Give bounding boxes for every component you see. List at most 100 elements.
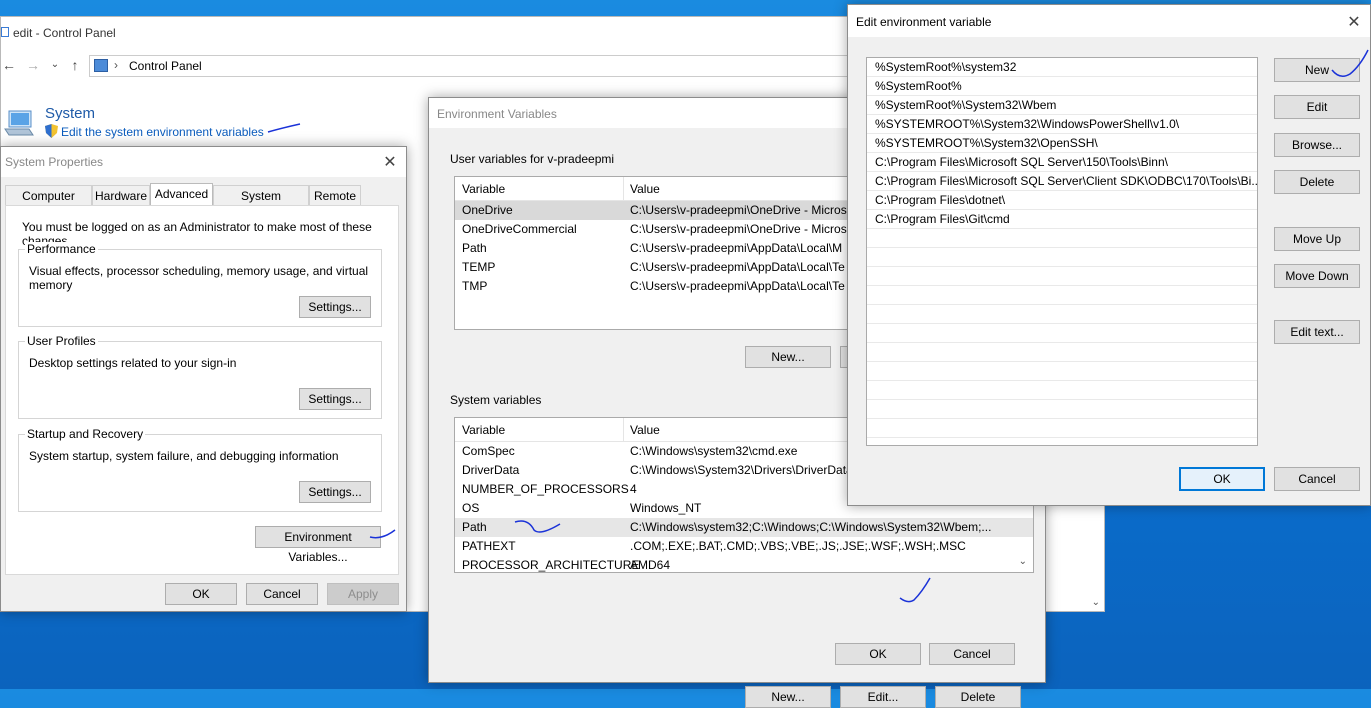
list-item[interactable]: C:\Program Files\Microsoft SQL Server\15…	[867, 153, 1257, 172]
system-variables-label: System variables	[450, 393, 542, 407]
variable-value: C:\Windows\system32\cmd.exe	[630, 444, 798, 458]
user-col-value[interactable]: Value	[630, 182, 660, 196]
list-item[interactable]: C:\Program Files\Microsoft SQL Server\Cl…	[867, 172, 1257, 191]
empty-list-item[interactable]	[867, 267, 1257, 286]
up-arrow-icon[interactable]: ↑	[67, 57, 83, 73]
edit-system-env-link[interactable]: Edit the system environment variables	[61, 125, 264, 139]
variable-name: NUMBER_OF_PROCESSORS	[462, 482, 629, 496]
edit-entry-button[interactable]: Edit	[1274, 95, 1360, 119]
edit-env-variable-title: Edit environment variable	[856, 15, 992, 29]
close-icon[interactable]: ✕	[1344, 12, 1364, 32]
move-up-button[interactable]: Move Up	[1274, 227, 1360, 251]
performance-settings-button[interactable]: Settings...	[299, 296, 371, 318]
empty-list-item[interactable]	[867, 419, 1257, 438]
edit-env-cancel-button[interactable]: Cancel	[1274, 467, 1360, 491]
tab-computer-name[interactable]: Computer Name	[5, 185, 92, 223]
user-variables-label: User variables for v-pradeepmi	[450, 152, 615, 166]
edit-env-ok-button[interactable]: OK	[1179, 467, 1265, 491]
tab-remote[interactable]: Remote	[309, 185, 361, 206]
edit-env-variable-titlebar: Edit environment variable ✕	[848, 5, 1370, 37]
empty-list-item[interactable]	[867, 381, 1257, 400]
variable-name: OS	[462, 501, 480, 515]
tab-advanced[interactable]: Advanced	[150, 183, 213, 207]
table-row[interactable]: PROCESSOR_ARCHITECTURE AMD64	[455, 556, 1033, 572]
system-properties-title: System Properties	[5, 155, 104, 169]
list-item[interactable]: %SystemRoot%\system32	[867, 58, 1257, 77]
variable-value: Windows_NT	[630, 501, 702, 515]
advanced-tab-page: You must be logged on as an Administrato…	[5, 205, 399, 575]
empty-list-item[interactable]	[867, 400, 1257, 419]
control-panel-title: edit - Control Panel	[13, 26, 116, 40]
system-properties-cancel-button[interactable]: Cancel	[246, 583, 318, 605]
table-row[interactable]: PATHEXT .COM;.EXE;.BAT;.CMD;.VBS;.VBE;.J…	[455, 537, 1033, 556]
environment-variables-button[interactable]: Environment Variables...	[255, 526, 381, 564]
system-delete-button[interactable]: Delete	[935, 686, 1021, 708]
startup-recovery-description: System startup, system failure, and debu…	[29, 449, 339, 463]
variable-name: Path	[462, 520, 487, 534]
variable-name: TEMP	[462, 260, 496, 274]
variable-value: .COM;.EXE;.BAT;.CMD;.VBS;.VBE;.JS;.JSE;.…	[630, 539, 966, 553]
control-panel-icon	[1, 27, 9, 37]
system-col-variable[interactable]: Variable	[462, 423, 505, 437]
delete-entry-button[interactable]: Delete	[1274, 170, 1360, 194]
tab-hardware[interactable]: Hardware	[92, 185, 150, 206]
variable-name: OneDrive	[462, 203, 513, 217]
environment-variables-title: Environment Variables	[437, 107, 557, 121]
list-item[interactable]: %SYSTEMROOT%\System32\OpenSSH\	[867, 134, 1257, 153]
computer-icon	[4, 110, 34, 136]
list-item[interactable]: C:\Program Files\Git\cmd	[867, 210, 1257, 229]
list-item[interactable]: %SYSTEMROOT%\System32\WindowsPowerShell\…	[867, 115, 1257, 134]
user-profiles-group: User Profiles Desktop settings related t…	[18, 334, 382, 419]
scroll-down-icon[interactable]: ⌄	[1019, 556, 1027, 567]
table-row[interactable]: Path C:\Windows\system32;C:\Windows;C:\W…	[455, 518, 1033, 537]
control-panel-small-icon	[94, 59, 108, 72]
performance-label: Performance	[25, 242, 98, 256]
empty-list-item[interactable]	[867, 286, 1257, 305]
list-item[interactable]: %SystemRoot%	[867, 77, 1257, 96]
startup-recovery-group: Startup and Recovery System startup, sys…	[18, 427, 382, 512]
variable-value: C:\Users\v-pradeepmi\OneDrive - Micros	[630, 203, 847, 217]
edit-env-variable-dialog: Edit environment variable ✕ %SystemRoot%…	[847, 4, 1371, 506]
variable-name: ComSpec	[462, 444, 515, 458]
new-entry-button[interactable]: New	[1274, 58, 1360, 82]
variable-value: C:\Users\v-pradeepmi\AppData\Local\M	[630, 241, 843, 255]
empty-list-item[interactable]	[867, 248, 1257, 267]
tab-system-protection[interactable]: System Protection	[213, 185, 309, 223]
empty-list-item[interactable]	[867, 362, 1257, 381]
forward-arrow-icon[interactable]: →	[25, 57, 41, 73]
empty-list-item[interactable]	[867, 229, 1257, 248]
user-col-variable[interactable]: Variable	[462, 182, 505, 196]
system-edit-button[interactable]: Edit...	[840, 686, 926, 708]
empty-list-item[interactable]	[867, 324, 1257, 343]
address-text: Control Panel	[129, 59, 202, 73]
scroll-down-icon[interactable]: ⌄	[1092, 597, 1100, 608]
user-profiles-settings-button[interactable]: Settings...	[299, 388, 371, 410]
empty-list-item[interactable]	[867, 343, 1257, 362]
back-arrow-icon[interactable]: ←	[1, 57, 17, 73]
system-heading: System	[45, 105, 96, 122]
uac-shield-icon	[45, 124, 58, 138]
move-down-button[interactable]: Move Down	[1274, 264, 1360, 288]
edit-text-button[interactable]: Edit text...	[1274, 320, 1360, 344]
startup-recovery-label: Startup and Recovery	[25, 427, 146, 441]
variable-value: C:\Windows\System32\Drivers\DriverData	[630, 463, 853, 477]
close-icon[interactable]: ✕	[380, 152, 400, 172]
list-item[interactable]: C:\Program Files\dotnet\	[867, 191, 1257, 210]
list-item[interactable]: %SystemRoot%\System32\Wbem	[867, 96, 1257, 115]
empty-list-item[interactable]	[867, 305, 1257, 324]
system-new-button[interactable]: New...	[745, 686, 831, 708]
startup-recovery-settings-button[interactable]: Settings...	[299, 481, 371, 503]
breadcrumb-separator-icon: ›	[114, 58, 118, 72]
system-properties-apply-button[interactable]: Apply	[327, 583, 399, 605]
path-entries-list[interactable]: %SystemRoot%\system32 %SystemRoot% %Syst…	[866, 57, 1258, 446]
user-profiles-label: User Profiles	[25, 334, 98, 348]
system-col-value[interactable]: Value	[630, 423, 660, 437]
system-properties-ok-button[interactable]: OK	[165, 583, 237, 605]
recent-pages-chevron-icon[interactable]: ⌄	[47, 57, 63, 73]
variable-name: OneDriveCommercial	[462, 222, 577, 236]
user-new-button[interactable]: New...	[745, 346, 831, 368]
browse-button[interactable]: Browse...	[1274, 133, 1360, 157]
environment-variables-ok-button[interactable]: OK	[835, 643, 921, 665]
environment-variables-cancel-button[interactable]: Cancel	[929, 643, 1015, 665]
address-bar[interactable]: › Control Panel	[89, 55, 859, 77]
